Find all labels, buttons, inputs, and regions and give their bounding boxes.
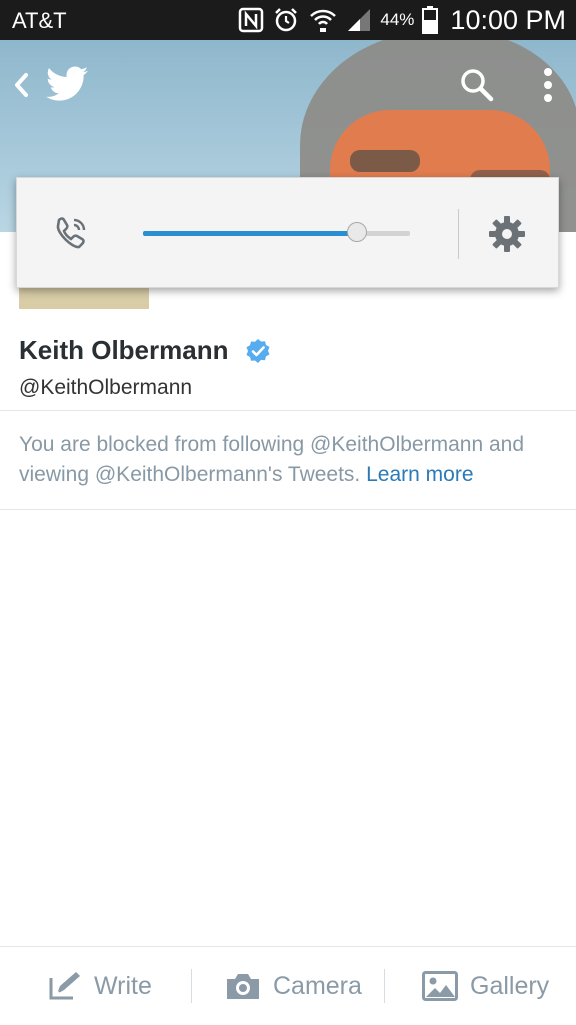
wifi-icon: [308, 6, 338, 34]
verified-badge-icon: [245, 338, 271, 369]
more-options-button[interactable]: [534, 64, 562, 106]
back-icon: [15, 73, 28, 97]
divider: [458, 209, 459, 259]
learn-more-link[interactable]: Learn more: [366, 463, 473, 486]
status-bar: AT&T 44% 10:00 PM: [0, 0, 576, 40]
gallery-button[interactable]: Gallery: [422, 947, 549, 1025]
gallery-label: Gallery: [470, 971, 550, 1000]
profile-handle: @KeithOlbermann: [19, 376, 193, 399]
divider: [0, 509, 576, 510]
camera-label: Camera: [273, 971, 362, 1000]
divider: [0, 410, 576, 411]
twitter-logo: [46, 66, 88, 107]
search-icon: [461, 69, 494, 102]
twitter-bird-icon: [46, 66, 88, 101]
avatar[interactable]: [19, 288, 149, 309]
camera-icon: [227, 974, 259, 999]
carrier-label: AT&T: [12, 8, 67, 33]
signal-icon: [346, 7, 372, 33]
back-button[interactable]: [8, 68, 34, 102]
camera-button[interactable]: Camera: [225, 947, 362, 1025]
divider: [191, 969, 192, 1003]
more-vertical-icon: [544, 68, 552, 102]
profile-name: Keith Olbermann: [19, 335, 229, 365]
volume-settings-button[interactable]: [487, 214, 527, 259]
blocked-notice: You are blocked from following @KeithOlb…: [19, 430, 564, 490]
top-navigation: [0, 40, 576, 130]
gallery-icon: [422, 971, 458, 1001]
volume-popup: [16, 177, 559, 288]
write-label: Write: [94, 971, 152, 1000]
search-button[interactable]: [456, 64, 498, 106]
battery-percent: 44%: [380, 10, 415, 29]
volume-slider[interactable]: [143, 222, 410, 242]
slider-thumb[interactable]: [346, 222, 367, 242]
divider: [384, 969, 385, 1003]
gear-icon: [489, 216, 525, 252]
status-icons: 44% 10:00 PM: [238, 4, 566, 36]
alarm-icon: [272, 6, 300, 34]
write-icon: [49, 972, 80, 1000]
bottom-compose-bar: Write Camera Gallery: [0, 946, 576, 1025]
battery-icon: [422, 6, 439, 34]
nfc-icon: [238, 7, 264, 33]
phone-volume-icon: [51, 214, 91, 259]
clock: 10:00 PM: [450, 4, 566, 35]
write-button[interactable]: Write: [48, 947, 152, 1025]
slider-fill: [143, 231, 357, 236]
